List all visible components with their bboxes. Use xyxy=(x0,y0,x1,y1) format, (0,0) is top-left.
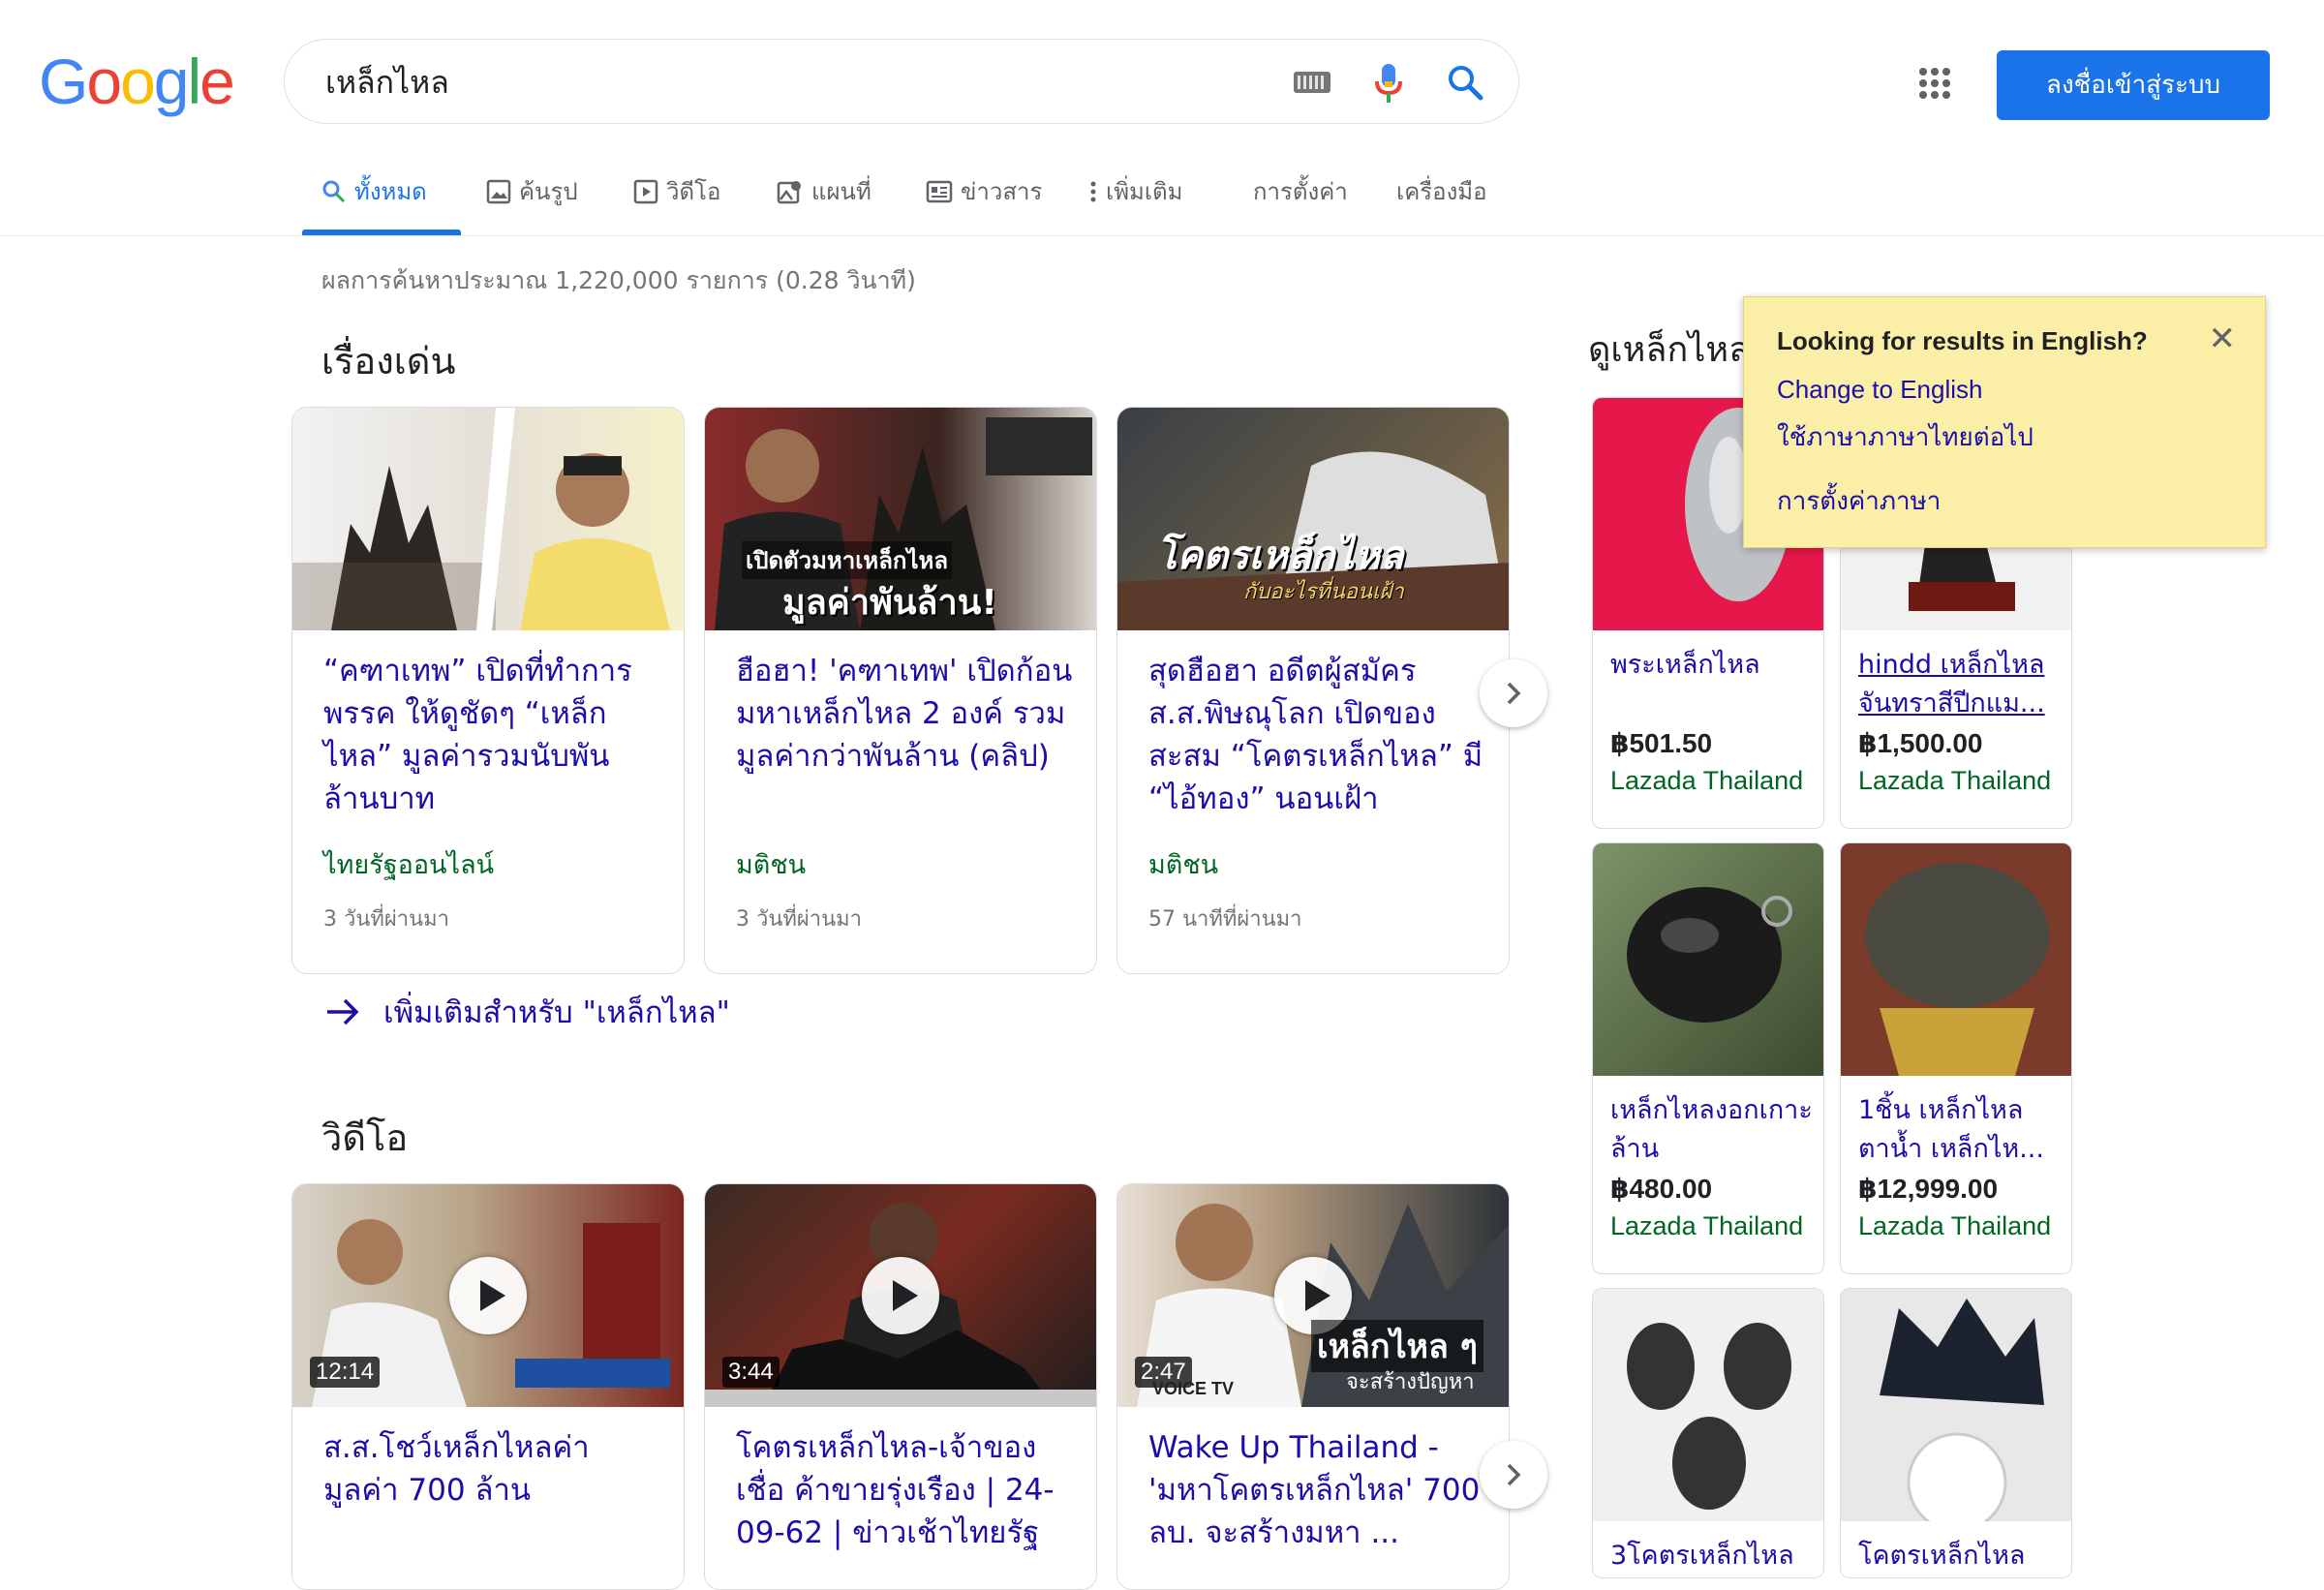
tab-videos[interactable]: วิดีโอ xyxy=(633,170,720,213)
news-card[interactable]: โคตรเหล็กไหล กับอะไรที่นอนเฝ้า สุดฮือฮา … xyxy=(1116,407,1510,974)
video-title[interactable]: Wake Up Thailand - 'มหาโคตรเหล็กไหล' 700… xyxy=(1148,1426,1489,1554)
popup-question: Looking for results in English? xyxy=(1777,326,2148,355)
product-card[interactable]: เหล็กไหลงอกเกาะล้าน ฿480.00 Lazada Thail… xyxy=(1592,842,1824,1274)
logo-letter: G xyxy=(39,46,88,117)
header-divider xyxy=(0,235,2324,236)
news-time: 3 วันที่ผ่านมา xyxy=(323,907,450,932)
product-store: Lazada Thailand xyxy=(1858,766,2052,795)
thumbnail-caption: มูลค่าพันล้าน! xyxy=(782,583,997,623)
video-card[interactable]: 3:44 โคตรเหล็กไหล-เจ้าของเชื่อ ค้าขายรุ่… xyxy=(704,1183,1097,1590)
news-title[interactable]: “คฑาเทพ” เปิดที่ทำการพรรค ให้ดูชัดๆ “เหล… xyxy=(323,650,664,820)
product-price: ฿1,500.00 xyxy=(1858,728,1983,758)
product-card[interactable]: 1ชิ้น เหล็กไหล ตาน้ำ เหล็กไห... ฿12,999.… xyxy=(1840,842,2072,1274)
close-icon[interactable]: ✕ xyxy=(2209,322,2237,355)
video-card[interactable]: 2:47 VOICE TV เหล็กไหล ๆ จะสร้างปัญหา Wa… xyxy=(1116,1183,1510,1590)
more-vert-icon xyxy=(1090,181,1096,202)
product-card[interactable]: โคตรเหล็กไหล xyxy=(1840,1288,2072,1578)
product-image xyxy=(1593,1289,1823,1521)
video-thumbnail: 12:14 xyxy=(292,1184,684,1407)
logo-letter: l xyxy=(187,46,202,117)
thumbnail-caption: กับอะไรที่นอนเฝ้า xyxy=(1243,580,1404,604)
logo-letter: e xyxy=(199,46,235,117)
result-stats: ผลการค้นหาประมาณ 1,220,000 รายการ (0.28 … xyxy=(321,266,916,294)
product-name[interactable]: เหล็กไหลงอกเกาะล้าน xyxy=(1610,1091,1814,1169)
arrow-right-icon xyxy=(327,998,359,1025)
search-input[interactable] xyxy=(323,57,1199,107)
tab-more[interactable]: เพิ่มเติม xyxy=(1088,170,1182,213)
news-title[interactable]: ฮือฮา! 'คฑาเทพ' เปิดก้อนมหาเหล็กไหล 2 อง… xyxy=(736,650,1077,778)
language-suggestion-popup: Looking for results in English? ✕ Change… xyxy=(1743,296,2266,548)
product-card[interactable]: 3โคตรเหล็กไหล xyxy=(1592,1288,1824,1578)
top-stories-title: เรื่องเด่น xyxy=(321,340,456,382)
tab-maps[interactable]: แผนที่ xyxy=(777,170,872,213)
product-image xyxy=(1593,843,1823,1076)
channel-logo: VOICE TV xyxy=(1152,1379,1235,1398)
change-to-english-link[interactable]: Change to English xyxy=(1777,375,1982,405)
product-price: ฿501.50 xyxy=(1610,728,1713,758)
news-card[interactable]: “คฑาเทพ” เปิดที่ทำการพรรค ให้ดูชัดๆ “เหล… xyxy=(291,407,685,974)
more-stories-link[interactable]: เพิ่มเติมสำหรับ "เหล็กไหล" xyxy=(325,988,730,1036)
video-icon xyxy=(633,179,658,204)
keyboard-icon[interactable] xyxy=(1294,72,1330,93)
product-price: ฿12,999.00 xyxy=(1858,1174,1999,1204)
product-name[interactable]: พระเหล็กไหล xyxy=(1610,646,1814,685)
news-time: 3 วันที่ผ่านมา xyxy=(736,907,863,932)
news-title[interactable]: สุดฮือฮา อดีตผู้สมัคร ส.ส.พิษณุโลก เปิดข… xyxy=(1148,650,1489,820)
thumbnail-caption: จะสร้างปัญหา xyxy=(1346,1370,1475,1394)
product-image xyxy=(1841,1289,2071,1521)
image-icon xyxy=(486,179,511,204)
news-time: 57 นาทีที่ผ่านมา xyxy=(1148,907,1302,932)
tab-news[interactable]: ข่าวสาร xyxy=(926,170,1042,213)
news-source: มติชน xyxy=(736,850,807,880)
news-thumbnail: เปิดตัวมหาเหล็กไหล มูลค่าพันล้าน! xyxy=(705,408,1096,630)
video-thumbnail: 2:47 VOICE TV เหล็กไหล ๆ จะสร้างปัญหา xyxy=(1117,1184,1509,1407)
news-icon xyxy=(926,180,953,203)
news-thumbnail: โคตรเหล็กไหล กับอะไรที่นอนเฝ้า xyxy=(1117,408,1509,630)
product-store: Lazada Thailand xyxy=(1858,1211,2052,1240)
video-title[interactable]: ส.ส.โชว์เหล็กไหลค่ามูลค่า 700 ล้าน xyxy=(323,1426,664,1512)
chevron-right-icon xyxy=(1507,682,1521,705)
tab-all[interactable]: ทั้งหมด xyxy=(321,170,427,213)
news-thumbnail xyxy=(292,408,684,630)
chevron-right-icon xyxy=(1507,1463,1521,1486)
video-title[interactable]: โคตรเหล็กไหล-เจ้าของเชื่อ ค้าขายรุ่งเรือ… xyxy=(736,1426,1077,1554)
keep-thai-link[interactable]: ใช้ภาษาภาษาไทยต่อไป xyxy=(1777,417,2034,457)
product-name[interactable]: 1ชิ้น เหล็กไหล ตาน้ำ เหล็กไห... xyxy=(1858,1091,2062,1169)
videos-title: วิดีโอ xyxy=(321,1116,409,1159)
product-store: Lazada Thailand xyxy=(1610,766,1804,795)
video-duration: 3:44 xyxy=(722,1357,780,1388)
search-box[interactable] xyxy=(284,39,1519,124)
product-store: Lazada Thailand xyxy=(1610,1211,1804,1240)
search-icon[interactable] xyxy=(1447,64,1483,101)
language-settings-link[interactable]: การตั้งค่าภาษา xyxy=(1777,481,1941,521)
video-card[interactable]: 12:14 ส.ส.โชว์เหล็กไหลค่ามูลค่า 700 ล้าน xyxy=(291,1183,685,1590)
product-price: ฿480.00 xyxy=(1610,1174,1713,1204)
logo-letter: g xyxy=(153,46,190,117)
product-name[interactable]: hindd เหล็กไหล จันทราสีปีกแม... xyxy=(1858,646,2062,723)
microphone-icon[interactable] xyxy=(1373,62,1404,105)
shopping-title: ดูเหล็กไหล xyxy=(1588,330,1751,370)
product-name[interactable]: โคตรเหล็กไหล xyxy=(1858,1537,2062,1575)
next-videos-button[interactable] xyxy=(1480,1441,1547,1509)
map-icon xyxy=(777,181,801,204)
next-stories-button[interactable] xyxy=(1480,659,1547,727)
apps-grid-icon[interactable] xyxy=(1919,68,1950,99)
logo-letter: o xyxy=(86,46,122,117)
product-name[interactable]: 3โคตรเหล็กไหล xyxy=(1610,1537,1814,1575)
news-card[interactable]: เปิดตัวมหาเหล็กไหล มูลค่าพันล้าน! ฮือฮา!… xyxy=(704,407,1097,974)
play-icon[interactable] xyxy=(449,1257,527,1334)
news-source: ไทยรัฐออนไลน์ xyxy=(323,850,495,880)
product-image xyxy=(1841,843,2071,1076)
tab-images[interactable]: ค้นรูป xyxy=(486,170,578,213)
logo-letter: o xyxy=(120,46,156,117)
sign-in-button[interactable]: ลงชื่อเข้าสู่ระบบ xyxy=(1997,50,2270,120)
video-thumbnail: 3:44 xyxy=(705,1184,1096,1407)
video-duration: 12:14 xyxy=(310,1357,381,1388)
tab-settings[interactable]: การตั้งค่า xyxy=(1253,170,1348,213)
google-logo[interactable]: Google xyxy=(39,43,235,120)
search-icon xyxy=(322,180,346,203)
news-source: มติชน xyxy=(1148,850,1219,880)
tab-tools[interactable]: เครื่องมือ xyxy=(1396,170,1487,213)
play-icon[interactable] xyxy=(862,1257,939,1334)
